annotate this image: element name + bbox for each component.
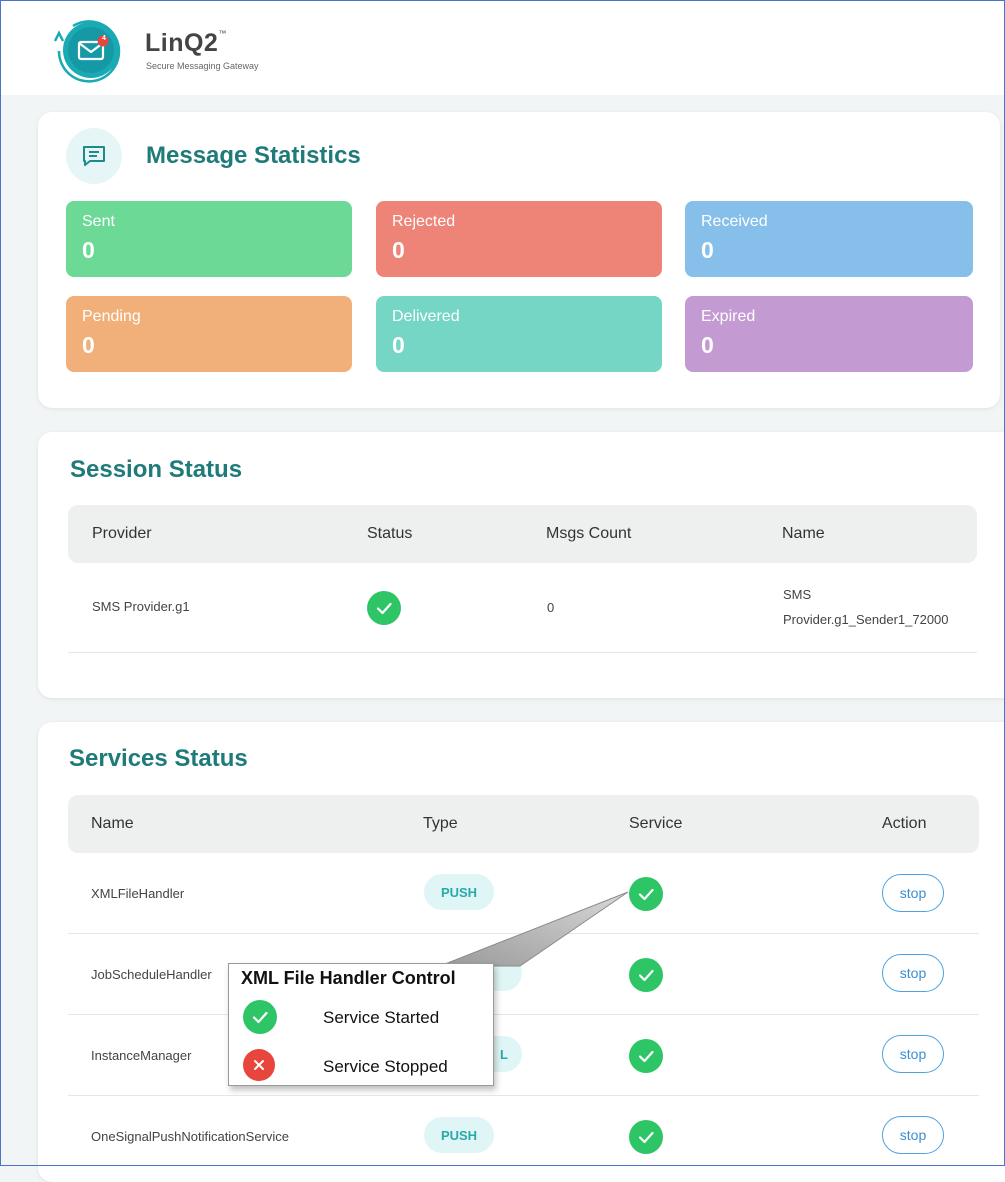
msgs-count-cell: 0	[547, 600, 555, 615]
legend-stopped: Service Stopped	[243, 1049, 483, 1083]
column-header-service: Service	[629, 815, 683, 832]
stat-tile-received: Received 0	[685, 201, 973, 277]
service-started-icon	[629, 877, 663, 911]
legend-started-label: Service Started	[323, 1008, 440, 1027]
check-circle-icon	[243, 1000, 277, 1034]
trademark: ™	[218, 29, 227, 38]
stop-button[interactable]: stop	[882, 874, 944, 912]
stat-value: 0	[392, 237, 405, 263]
column-header-msgs-count: Msgs Count	[546, 525, 632, 542]
stat-label: Pending	[82, 308, 141, 325]
stat-label: Expired	[701, 308, 756, 325]
column-header-type: Type	[423, 815, 458, 832]
column-header-action: Action	[882, 815, 927, 832]
stop-button[interactable]: stop	[882, 1116, 944, 1154]
service-name-cell: OneSignalPushNotificationService	[91, 1129, 289, 1144]
service-started-icon	[629, 1039, 663, 1073]
stat-label: Received	[701, 213, 768, 230]
column-header-provider: Provider	[92, 525, 152, 542]
x-circle-icon	[243, 1049, 275, 1081]
logo-mail-icon	[53, 20, 121, 83]
column-header-name: Name	[782, 525, 825, 542]
service-started-icon	[629, 1120, 663, 1154]
stat-label: Delivered	[392, 308, 460, 325]
column-header-status: Status	[367, 525, 413, 542]
chat-message-icon	[66, 128, 122, 184]
session-table-header: Provider Status Msgs Count Name	[68, 505, 977, 563]
type-badge: PUSH	[424, 874, 494, 910]
app-name: LinQ2™	[145, 29, 227, 58]
row-divider	[68, 1014, 979, 1015]
stop-button[interactable]: stop	[882, 954, 944, 992]
stat-label: Sent	[82, 213, 115, 230]
stat-tile-rejected: Rejected 0	[376, 201, 662, 277]
stat-tile-sent: Sent 0	[66, 201, 352, 277]
session-status-title: Session Status	[70, 456, 243, 483]
stat-value: 0	[392, 332, 405, 358]
app-name-text: LinQ2	[145, 29, 219, 57]
service-name-cell: JobScheduleHandler	[91, 967, 212, 982]
services-table-header: Name Type Service Action	[68, 795, 979, 853]
row-divider	[68, 652, 977, 653]
row-divider	[68, 933, 979, 934]
app-header: 4 LinQ2™ Secure Messaging Gateway	[1, 1, 1004, 95]
name-cell-line1: SMS	[783, 587, 812, 602]
name-cell-line2: Provider.g1_Sender1_72000	[783, 612, 949, 627]
stat-value: 0	[701, 237, 714, 263]
service-name-cell: InstanceManager	[91, 1048, 192, 1063]
legend-callout: XML File Handler Control Service Started…	[228, 963, 494, 1086]
app-tagline: Secure Messaging Gateway	[146, 61, 259, 71]
legend-started: Service Started	[243, 1000, 483, 1034]
callout-title: XML File Handler Control	[241, 968, 456, 988]
legend-stopped-label: Service Stopped	[323, 1057, 448, 1076]
services-status-card: Services Status Name Type Service Action…	[38, 722, 1005, 1182]
service-started-icon	[629, 958, 663, 992]
stat-value: 0	[82, 237, 95, 263]
service-name-cell: XMLFileHandler	[91, 886, 185, 901]
row-divider	[68, 1095, 979, 1096]
stat-tile-pending: Pending 0	[66, 296, 352, 372]
notification-badge-count: 4	[102, 35, 106, 42]
stat-value: 0	[701, 332, 714, 358]
stat-tile-expired: Expired 0	[685, 296, 973, 372]
message-statistics-card: Message Statistics Sent 0 Rejected 0 Rec…	[38, 112, 1000, 408]
message-statistics-title: Message Statistics	[146, 142, 361, 169]
column-header-name: Name	[91, 815, 134, 832]
stat-label: Rejected	[392, 213, 456, 230]
stop-button[interactable]: stop	[882, 1035, 944, 1073]
stat-value: 0	[82, 332, 95, 358]
services-status-title: Services Status	[69, 745, 248, 772]
type-badge: PUSH	[424, 1117, 494, 1153]
status-started-icon	[367, 591, 401, 625]
session-status-card: Session Status Provider Status Msgs Coun…	[38, 432, 1005, 698]
stat-tile-delivered: Delivered 0	[376, 296, 662, 372]
provider-cell: SMS Provider.g1	[92, 599, 190, 614]
